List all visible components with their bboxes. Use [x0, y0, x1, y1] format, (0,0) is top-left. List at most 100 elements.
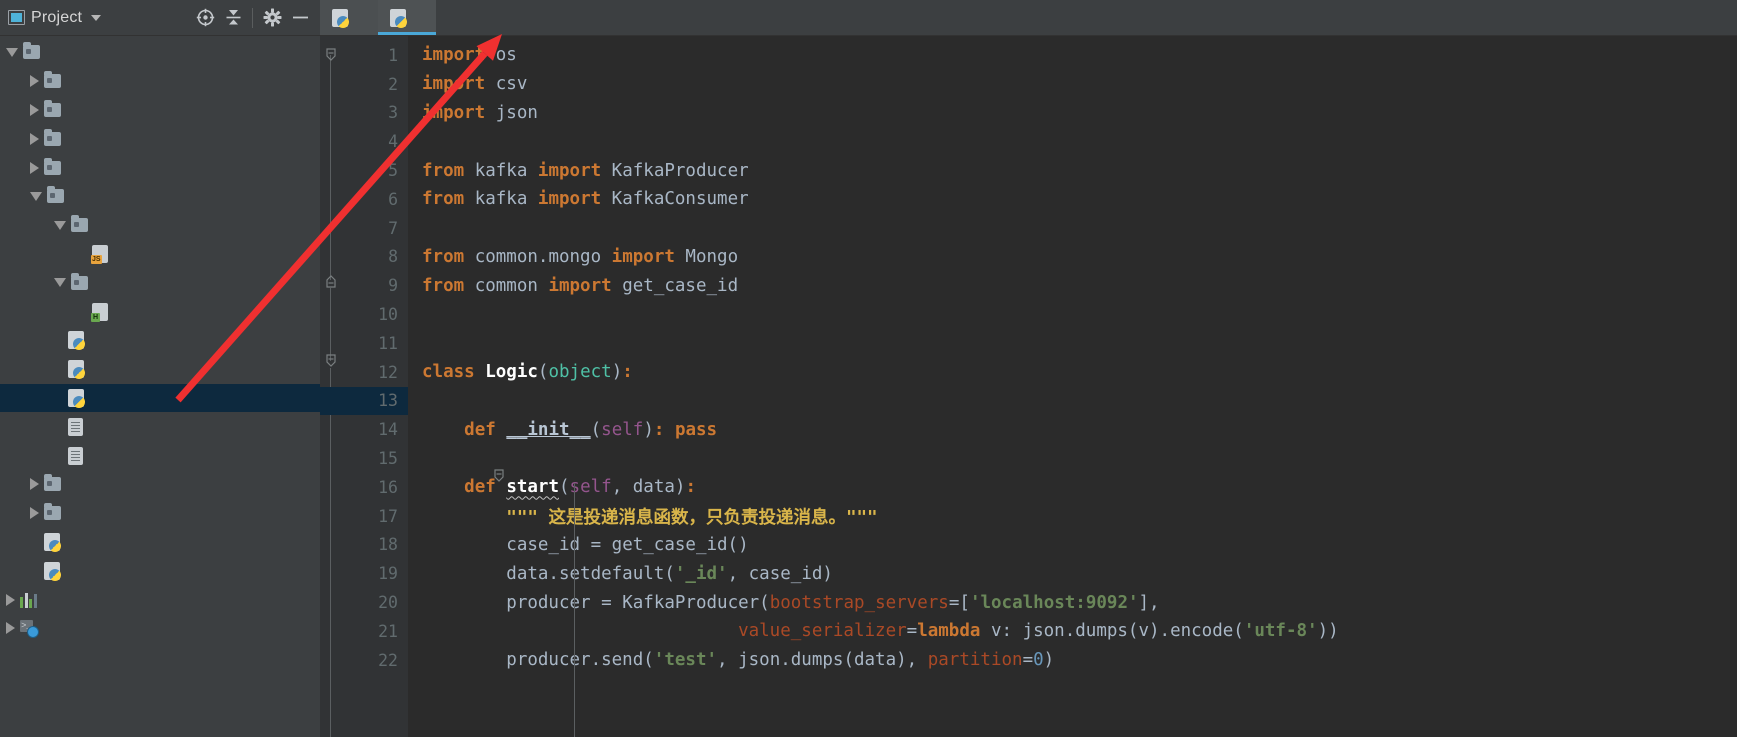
- chevron-right-icon[interactable]: [30, 478, 39, 491]
- line-number[interactable]: 17: [320, 502, 408, 531]
- fold-markers-method[interactable]: [488, 41, 575, 737]
- tree-item-templates[interactable]: [0, 499, 320, 528]
- line-number[interactable]: 10: [320, 300, 408, 329]
- tree-item-static[interactable]: [0, 470, 320, 499]
- tree-item-automation[interactable]: [0, 67, 320, 96]
- code-line[interactable]: [408, 214, 1737, 243]
- tree-item-static[interactable]: [0, 211, 320, 240]
- code-line[interactable]: [408, 444, 1737, 473]
- code-line[interactable]: def __init__(self): pass: [408, 415, 1737, 444]
- code-line[interactable]: import csv: [408, 70, 1737, 99]
- tree-item-locustfile-py[interactable]: [0, 355, 320, 384]
- tree-item-templates[interactable]: [0, 268, 320, 297]
- code-token: bootstrap_servers: [769, 592, 949, 613]
- code-line[interactable]: [408, 300, 1737, 329]
- code-viewport[interactable]: 1 2 3 4 5 6 7 8 9 10 11 12 13 14 15 16 17 18 19 20 21 22 impo…: [320, 36, 1737, 737]
- tree-item-logic-py[interactable]: [0, 383, 320, 413]
- code-line[interactable]: from kafka import KafkaConsumer: [408, 185, 1737, 214]
- collapse-all-icon[interactable]: [220, 5, 246, 31]
- line-number[interactable]: 21: [320, 617, 408, 646]
- line-number[interactable]: 4: [320, 127, 408, 156]
- project-panel-title-button[interactable]: Project: [8, 9, 102, 27]
- line-number[interactable]: 7: [320, 214, 408, 243]
- line-number[interactable]: 1: [320, 41, 408, 70]
- line-number[interactable]: 9: [320, 271, 408, 300]
- editor-tab-test-platform-py[interactable]: [320, 0, 378, 35]
- code-line[interactable]: producer = KafkaProducer(bootstrap_serve…: [408, 588, 1737, 617]
- tree-item--init-py[interactable]: [0, 326, 320, 355]
- html-file-icon: [91, 302, 108, 322]
- line-number[interactable]: 15: [320, 444, 408, 473]
- chevron-right-icon[interactable]: [30, 161, 39, 174]
- chevron-right-icon[interactable]: [6, 593, 15, 606]
- code-line[interactable]: [408, 329, 1737, 358]
- code-line[interactable]: case_id = get_case_id(): [408, 531, 1737, 560]
- tree-item-report-distribution-csv[interactable]: [0, 412, 320, 441]
- line-number[interactable]: 5: [320, 156, 408, 185]
- chevron-down-icon[interactable]: [91, 14, 102, 21]
- chevron-right-icon[interactable]: [30, 507, 39, 520]
- line-number[interactable]: 13: [320, 386, 408, 416]
- chevron-right-icon[interactable]: [30, 132, 39, 145]
- source-code[interactable]: import os import csv import json from kafk…: [408, 36, 1737, 737]
- tree-item-monitor[interactable]: [0, 153, 320, 182]
- editor-tabbar[interactable]: [320, 0, 1737, 36]
- code-token: class: [422, 362, 475, 383]
- line-number[interactable]: 22: [320, 646, 408, 675]
- editor-tab-logic-py[interactable]: [378, 0, 436, 35]
- chevron-down-icon[interactable]: [6, 47, 18, 57]
- tree-item-performance[interactable]: [0, 182, 320, 211]
- tree-item-interface[interactable]: [0, 124, 320, 153]
- python-file-icon: [68, 388, 85, 408]
- tree-item-scratches-and-consoles[interactable]: [0, 614, 320, 643]
- project-tree[interactable]: [0, 36, 320, 737]
- code-line[interactable]: [408, 127, 1737, 156]
- line-number[interactable]: 3: [320, 99, 408, 128]
- minimize-icon[interactable]: [287, 5, 313, 31]
- fold-line-method-body: [574, 483, 575, 737]
- tree-item-performance-js[interactable]: [0, 240, 320, 269]
- code-line[interactable]: [408, 387, 1737, 416]
- chevron-right-icon[interactable]: [30, 103, 39, 116]
- chevron-right-icon[interactable]: [30, 75, 39, 88]
- line-number[interactable]: 8: [320, 243, 408, 272]
- line-number[interactable]: 19: [320, 559, 408, 588]
- code-line[interactable]: value_serializer = lambda v: json.dumps(v)…: [408, 617, 1737, 646]
- code-line[interactable]: import json: [408, 99, 1737, 128]
- tree-item-report-requests-csv[interactable]: [0, 441, 320, 470]
- chevron-down-icon[interactable]: [54, 220, 66, 230]
- tree-item-common[interactable]: [0, 96, 320, 125]
- tree-item-external-libraries[interactable]: [0, 585, 320, 614]
- code-line[interactable]: producer.send('test', json.dumps(data), …: [408, 646, 1737, 675]
- line-number[interactable]: 16: [320, 473, 408, 502]
- gear-icon[interactable]: [259, 5, 285, 31]
- folder-icon: [44, 128, 61, 146]
- code-line[interactable]: import os: [408, 41, 1737, 70]
- line-number[interactable]: 11: [320, 329, 408, 358]
- tree-item-performance-html[interactable]: [0, 297, 320, 326]
- line-number[interactable]: 12: [320, 358, 408, 387]
- code-line[interactable]: """ 这是投递消息函数，只负责投递消息。""": [408, 502, 1737, 531]
- chevron-down-icon[interactable]: [30, 191, 42, 201]
- tree-item-test-platform-py[interactable]: [0, 556, 320, 585]
- code-line[interactable]: from common import get_case_id: [408, 271, 1737, 300]
- line-number[interactable]: 2: [320, 70, 408, 99]
- line-number[interactable]: 18: [320, 531, 408, 560]
- line-number-gutter[interactable]: 1 2 3 4 5 6 7 8 9 10 11 12 13 14 15 16 17 18 19 20 21 22: [320, 36, 408, 737]
- code-line[interactable]: from common.mongo import Mongo: [408, 243, 1737, 272]
- line-number[interactable]: 20: [320, 588, 408, 617]
- code-line[interactable]: class Logic(object):: [408, 358, 1737, 387]
- line-number[interactable]: 6: [320, 185, 408, 214]
- chevron-right-icon[interactable]: [6, 622, 15, 635]
- code-line[interactable]: from kafka import KafkaProducer: [408, 156, 1737, 185]
- code-line[interactable]: def start(self, data):: [408, 473, 1737, 502]
- tree-item-test-py[interactable]: [0, 528, 320, 557]
- fold-marker-collapse-16[interactable]: [492, 469, 506, 483]
- line-number[interactable]: 14: [320, 415, 408, 444]
- locate-icon[interactable]: [192, 5, 218, 31]
- chevron-down-icon[interactable]: [54, 278, 66, 288]
- code-line[interactable]: data.setdefault('_id', case_id): [408, 559, 1737, 588]
- tree-item-test14[interactable]: [0, 38, 320, 67]
